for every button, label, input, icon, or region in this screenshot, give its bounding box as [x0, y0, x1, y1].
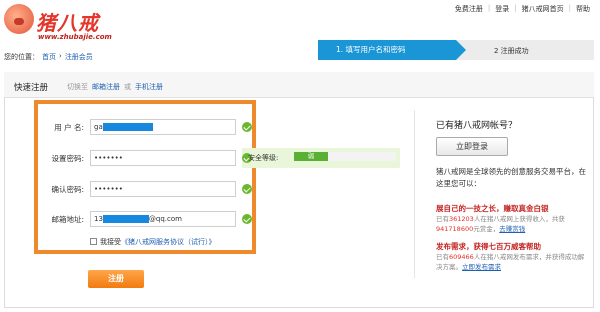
breadcrumb-prefix: 您的位置：	[4, 53, 39, 61]
step-2: 2 注册成功	[494, 47, 529, 55]
email-prefix: 13	[94, 215, 103, 223]
switch-prefix: 切换至	[67, 83, 88, 91]
reward-total: 941718600	[436, 225, 474, 233]
earn-text-a: 已有	[436, 215, 449, 223]
publish-stats: 已有609466人在猪八戒网发布需求，并获得成功解决方案。立即发布需求	[436, 252, 586, 272]
check-icon	[242, 214, 252, 224]
login-now-button[interactable]: 立即登录	[436, 137, 508, 156]
confirm-input[interactable]: •••••••	[90, 181, 236, 197]
username-value: ga	[94, 123, 103, 131]
redaction-mask	[102, 123, 153, 131]
breadcrumb: 您的位置： 首页 › 注册会员	[4, 52, 93, 62]
email-register-link[interactable]: 邮箱注册	[92, 82, 120, 92]
breadcrumb-home[interactable]: 首页	[42, 52, 56, 62]
intro-text: 猪八戒网是全球领先的创意服务交易平台，在这里您可以：	[436, 167, 586, 188]
divider	[414, 110, 415, 278]
strength-label: 安全等级:	[248, 154, 279, 162]
login-link[interactable]: 登录	[495, 4, 509, 14]
earn-heading: 展自己的一技之长，赚取真金白银	[436, 204, 549, 213]
check-icon	[242, 184, 252, 194]
earn-stats: 已有361203人在猪八戒网上获得收入，共获 941718600元赏金，去赚赏钱	[436, 214, 586, 234]
password-input[interactable]: •••••••	[90, 150, 236, 166]
strength-level: 弱	[294, 152, 328, 161]
earn-reward-link[interactable]: 去赚赏钱	[499, 225, 525, 233]
phone-register-link[interactable]: 手机注册	[135, 82, 163, 92]
existing-account-title: 已有猪八戒网帐号？	[436, 121, 518, 131]
check-icon	[242, 122, 252, 132]
home-link[interactable]: 猪八戒网首页	[522, 4, 564, 14]
username-input[interactable]: ga	[90, 119, 236, 135]
publishers-count: 609466	[449, 253, 474, 261]
agreement-link[interactable]: 《猪八戒网服务协议（试行）》	[121, 238, 216, 246]
free-register-link[interactable]: 免费注册	[455, 4, 483, 14]
separator: |	[514, 4, 517, 12]
agree-text: 我接受《猪八戒网服务协议（试行）》	[100, 237, 216, 247]
help-link[interactable]: 帮助	[576, 4, 590, 14]
strength-seg-high	[362, 152, 396, 161]
email-label: 邮箱地址:	[51, 215, 84, 224]
logo-pig-icon[interactable]	[4, 4, 34, 34]
register-button[interactable]: 注册	[88, 270, 144, 288]
username-label: 用 户 名:	[54, 123, 84, 132]
breadcrumb-current[interactable]: 注册会员	[65, 52, 93, 62]
publish-heading: 发布需求，获得七百万威客帮助	[436, 242, 541, 251]
logo-text[interactable]: 猪八戒	[36, 7, 99, 36]
agree-label: 我接受	[100, 238, 121, 246]
earners-count: 361203	[449, 215, 474, 223]
publish-demand-link[interactable]: 立即发布需求	[462, 263, 501, 271]
email-suffix: @qq.com	[148, 215, 182, 223]
redaction-mask	[102, 215, 149, 223]
confirm-label: 确认密码:	[51, 185, 84, 194]
panel-title: 快速注册	[14, 83, 49, 93]
agree-checkbox[interactable]	[90, 238, 97, 245]
earn-text-b: 人在猪八戒网上获得收入，共获	[473, 215, 565, 223]
publish-text-a: 已有	[436, 253, 449, 261]
breadcrumb-separator: ›	[59, 52, 62, 60]
top-links: 免费注册 | 登录 | 猪八戒网首页 | 帮助	[455, 4, 590, 14]
strength-seg-mid	[328, 152, 362, 161]
switch-or: 或	[124, 83, 131, 91]
email-input[interactable]: 13 @qq.com	[90, 211, 236, 227]
separator: |	[487, 4, 491, 12]
register-switch: 切换至 邮箱注册 或 手机注册	[67, 82, 163, 92]
password-label: 设置密码:	[51, 154, 84, 163]
step-1: 1. 填写用户名和密码	[318, 40, 466, 60]
logo-url: www.zhubajie.com	[38, 33, 112, 41]
separator: |	[568, 4, 571, 12]
earn-text-c: 元赏金，	[473, 225, 500, 233]
